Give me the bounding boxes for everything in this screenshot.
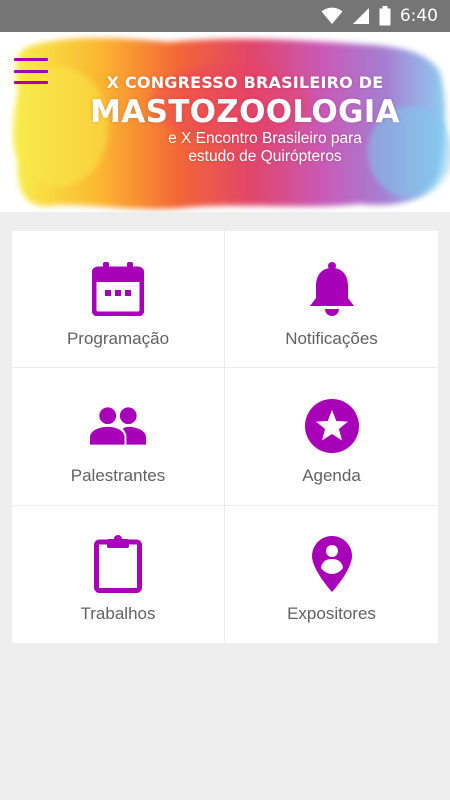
menu-label-agenda: Agenda [302, 466, 361, 486]
menu-label-palestrantes: Palestrantes [70, 466, 166, 486]
location-pin-icon [304, 535, 360, 592]
battery-icon [379, 6, 391, 26]
event-title-line4: estudo de Quirópteros [188, 148, 342, 165]
event-title-line3: e X Encontro Brasileiro para [168, 130, 362, 147]
event-title-line2: MASTOZOOLOGIA [90, 94, 400, 130]
wifi-icon [321, 7, 343, 24]
calendar-icon [90, 261, 146, 317]
star-icon [304, 398, 360, 454]
menu-bar-3 [14, 81, 48, 84]
main-menu-grid: Programação Notificações Palestrantes Ag… [12, 231, 438, 643]
event-title-line1: X CONGRESSO BRASILEIRO DE [106, 73, 384, 92]
menu-label-notificacoes: Notificações [285, 329, 378, 348]
people-icon [90, 398, 146, 454]
menu-tile-agenda[interactable]: Agenda [225, 368, 438, 506]
bell-icon [304, 261, 360, 317]
event-title: X CONGRESSO BRASILEIRO DE MASTOZOOLOGIA … [70, 72, 420, 166]
menu-tile-notificacoes[interactable]: Notificações [225, 231, 438, 369]
menu-tile-trabalhos[interactable]: Trabalhos [12, 505, 225, 643]
clipboard-icon [90, 534, 146, 593]
menu-bar-2 [14, 69, 48, 73]
menu-label-expositores: Expositores [287, 603, 376, 623]
status-time: 6:40 [399, 6, 438, 26]
menu-label-programacao: Programação [66, 329, 170, 348]
menu-label-trabalhos: Trabalhos [80, 603, 156, 623]
hamburger-menu-button[interactable] [14, 58, 48, 84]
signal-icon [352, 8, 369, 24]
status-bar: 6:40 [0, 0, 450, 32]
menu-tile-palestrantes[interactable]: Palestrantes [12, 368, 225, 506]
menu-tile-programacao[interactable]: Programação [12, 231, 225, 369]
header-banner: X CONGRESSO BRASILEIRO DE MASTOZOOLOGIA … [0, 32, 450, 212]
menu-tile-expositores[interactable]: Expositores [225, 506, 438, 643]
menu-bar-1 [14, 58, 48, 61]
